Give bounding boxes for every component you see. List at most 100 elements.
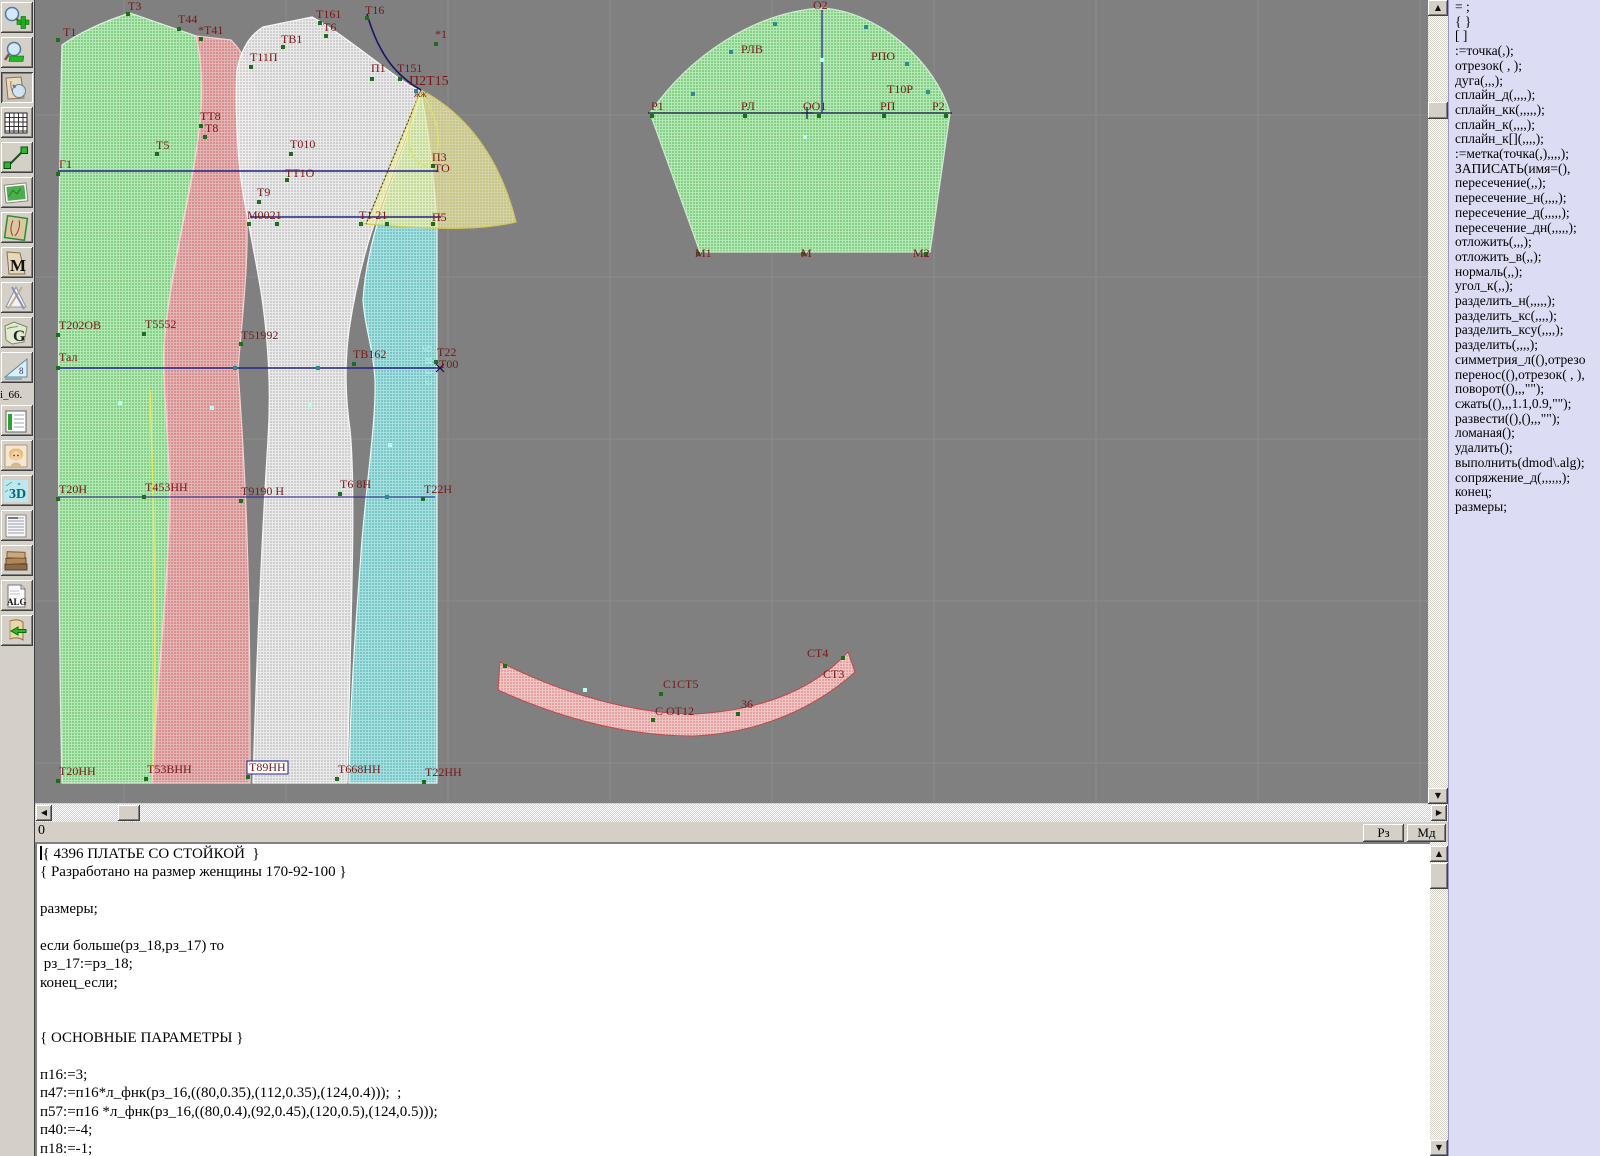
command-item[interactable]: отрезок( , );: [1449, 58, 1600, 74]
command-item[interactable]: сопряжение_д(,,,,,,);: [1449, 470, 1600, 486]
command-item[interactable]: разделить(,,,,);: [1449, 337, 1600, 353]
command-item[interactable]: симметрия_л((),отрезо: [1449, 352, 1600, 368]
view-piece-button[interactable]: [1, 72, 33, 103]
point-label: Т89НН: [249, 760, 286, 774]
command-item[interactable]: :=метка(точка(,),,,,);: [1449, 146, 1600, 162]
alg-document-button[interactable]: [1, 580, 33, 611]
algorithm-code-editor[interactable]: { 4396 ПЛАТЬЕ СО СТОЙКОЙ }{ Разработано …: [35, 842, 1430, 1156]
command-item[interactable]: пересечение_дн(,,,,,);: [1449, 220, 1600, 236]
vertical-scroll-thumb[interactable]: [1428, 102, 1448, 119]
point-label: Т202ОВ: [59, 318, 101, 332]
segment-button[interactable]: [1, 142, 33, 173]
command-item[interactable]: перенос((),отрезок( , ),: [1449, 367, 1600, 383]
zoom-in-button[interactable]: [1, 2, 33, 33]
command-item[interactable]: { }: [1449, 14, 1600, 30]
command-item[interactable]: выполнить(dmod\.alg);: [1449, 455, 1600, 471]
zoom-out-button[interactable]: [1, 37, 33, 68]
grid-icon: [2, 110, 30, 136]
canvas-vertical-scrollbar[interactable]: ▲ ▼: [1428, 0, 1448, 804]
editor-scroll-thumb[interactable]: [1430, 863, 1448, 889]
command-item[interactable]: отложить_в(,,);: [1449, 249, 1600, 265]
command-item[interactable]: нормаль(,,);: [1449, 264, 1600, 280]
ruler-button[interactable]: [1, 352, 33, 383]
editor-vertical-scrollbar[interactable]: ▲ ▼: [1430, 842, 1448, 1156]
command-item[interactable]: конец;: [1449, 484, 1600, 500]
grid-button[interactable]: [1, 107, 33, 138]
point-label: Т151: [397, 61, 422, 75]
picture-icon: [2, 180, 30, 206]
code-line: размеры;: [40, 901, 98, 918]
scroll-down-arrow-icon[interactable]: ▼: [1428, 788, 1448, 804]
command-item[interactable]: сплайн_кк(,,,,,);: [1449, 102, 1600, 118]
command-item[interactable]: поворот((),,,"");: [1449, 382, 1600, 397]
command-item[interactable]: [ ]: [1449, 29, 1600, 44]
code-line: рз_17:=рз_18;: [40, 956, 133, 973]
document-list-button[interactable]: [1, 510, 33, 541]
horizontal-scroll-thumb[interactable]: [118, 805, 140, 821]
command-item[interactable]: разделить_ксу(,,,,);: [1449, 323, 1600, 338]
command-item[interactable]: дуга(,,,);: [1449, 73, 1600, 89]
scroll-up-arrow-icon[interactable]: ▲: [1428, 0, 1448, 16]
3d-icon: [2, 478, 30, 504]
command-item[interactable]: развести((),(),,,"");: [1449, 411, 1600, 427]
command-item[interactable]: ломаная();: [1449, 426, 1600, 441]
point-label: С1СТ5: [663, 677, 698, 691]
md-button[interactable]: Мд: [1407, 824, 1446, 842]
code-line: { ОСНОВНЫЕ ПАРАМЕТРЫ }: [40, 1030, 244, 1047]
editor-scroll-up-arrow-icon[interactable]: ▲: [1430, 846, 1448, 862]
command-item[interactable]: разделить_кс(,,,,);: [1449, 308, 1600, 324]
canvas-horizontal-scrollbar[interactable]: ◀ ▶: [35, 804, 1448, 822]
exit-book-button[interactable]: [1, 615, 33, 646]
drafting-tools-button[interactable]: [1, 282, 33, 313]
editor-scroll-down-arrow-icon[interactable]: ▼: [1430, 1140, 1448, 1156]
command-item[interactable]: угол_к(,,);: [1449, 279, 1600, 294]
command-item[interactable]: = ;: [1449, 0, 1600, 15]
command-item[interactable]: пересечение_д(,,,,,);: [1449, 205, 1600, 221]
command-item[interactable]: сплайн_к[](,,,,);: [1449, 132, 1600, 147]
g-map-button[interactable]: [1, 317, 33, 348]
command-item[interactable]: ЗАПИСАТЬ(имя=(),: [1449, 161, 1600, 177]
point-label: П2Т15: [409, 74, 449, 89]
i66-label: i_66.: [0, 389, 23, 401]
alg-document-icon: [2, 583, 30, 609]
3d-button[interactable]: [1, 475, 33, 506]
picture-button[interactable]: [1, 177, 33, 208]
point-label: Т11П: [250, 50, 278, 64]
command-item[interactable]: отложить(,,,);: [1449, 235, 1600, 250]
point-label: Р2: [932, 99, 945, 113]
m-pattern-button[interactable]: [1, 247, 33, 278]
exit-book-icon: [2, 618, 30, 644]
left-toolbar: i_66.: [0, 0, 35, 1156]
pattern-sketch-button[interactable]: [1, 212, 33, 243]
command-item[interactable]: сплайн_д(,,,,);: [1449, 88, 1600, 103]
code-line: п18:=-1;: [40, 1140, 93, 1156]
piece-sleeve-green[interactable]: [649, 7, 951, 253]
books-button[interactable]: [1, 545, 33, 576]
table-chart-button[interactable]: [1, 405, 33, 436]
command-item[interactable]: сжать((),,,1.1,0.9,"");: [1449, 396, 1600, 412]
rz-button[interactable]: Рз: [1363, 824, 1404, 842]
point-label: М2: [913, 246, 930, 260]
scroll-left-arrow-icon[interactable]: ◀: [36, 805, 52, 821]
portrait-button[interactable]: [1, 440, 33, 471]
command-item[interactable]: :=точка(,);: [1449, 43, 1600, 59]
piece-collar-pink[interactable]: [497, 651, 856, 737]
command-item[interactable]: размеры;: [1449, 499, 1600, 515]
command-item[interactable]: удалить();: [1449, 440, 1600, 456]
point-label: Т22Н: [424, 482, 452, 496]
point-label: Р1: [651, 99, 664, 113]
command-item[interactable]: сплайн_к(,,,,);: [1449, 117, 1600, 133]
books-icon: [2, 548, 30, 574]
scroll-right-arrow-icon[interactable]: ▶: [1431, 805, 1447, 821]
point-label: Т51992: [241, 328, 278, 342]
command-item[interactable]: разделить_н(,,,,,);: [1449, 293, 1600, 309]
fold-label: сгиб: [420, 341, 435, 386]
point-label: Т20Н: [59, 482, 87, 496]
segment-icon: [2, 145, 30, 171]
drawing-canvas[interactable]: Т1 Т3 Т44 *Т41 Т11П ТВ1 Т161 Т6 Т16 *1 П1 Т151 П2Т15…: [35, 0, 1428, 803]
scroll-position-value: 0: [38, 823, 45, 838]
point-label: М: [801, 246, 812, 260]
command-item[interactable]: пересечение_н(,,,,);: [1449, 190, 1600, 206]
status-row: 0 Рз Мд: [35, 822, 1448, 842]
command-item[interactable]: пересечение(,,);: [1449, 176, 1600, 191]
